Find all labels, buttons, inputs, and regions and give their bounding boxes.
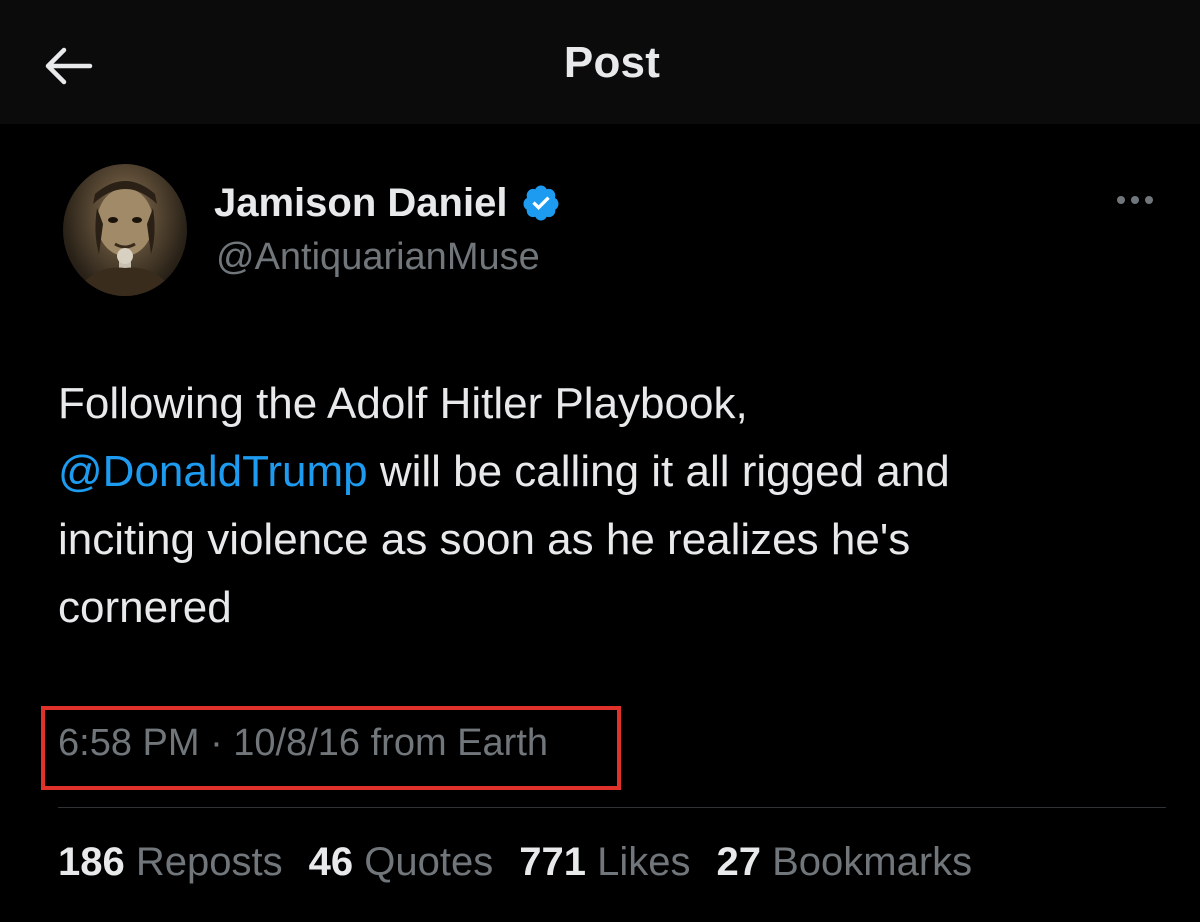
bookmarks-label: Bookmarks: [772, 840, 973, 884]
post-text-line: @DonaldTrump will be calling it all rigg…: [58, 438, 1158, 506]
likes-label: Likes: [597, 840, 691, 884]
post-text-segment: will be calling it all rigged and: [367, 447, 950, 496]
reposts-label: Reposts: [135, 840, 283, 884]
top-bar: Post: [0, 0, 1200, 124]
post-text-line: inciting violence as soon as he realizes…: [58, 515, 911, 564]
post-text: Following the Adolf Hitler Playbook, @Do…: [58, 370, 1158, 642]
bookmarks-count: 27: [716, 840, 761, 884]
avatar[interactable]: [63, 164, 187, 296]
likes-stat[interactable]: 771 Likes: [519, 840, 690, 885]
quotes-count: 46: [308, 840, 354, 884]
post-text-line: cornered: [58, 583, 232, 632]
bookmarks-stat[interactable]: 27 Bookmarks: [716, 840, 972, 885]
mention-link[interactable]: @DonaldTrump: [58, 447, 368, 496]
engagement-stats: 186 Reposts 46 Quotes 771 Likes 27 Bookm…: [58, 840, 972, 885]
post-text-line: Following the Adolf Hitler Playbook,: [58, 379, 748, 428]
more-options-icon: [1117, 196, 1153, 204]
user-handle[interactable]: @AntiquarianMuse: [216, 236, 540, 279]
divider: [58, 807, 1166, 808]
quotes-label: Quotes: [364, 840, 494, 884]
more-options-button[interactable]: [1110, 182, 1160, 218]
likes-count: 771: [519, 840, 586, 884]
post-timestamp[interactable]: 6:58 PM · 10/8/16 from Earth: [58, 722, 548, 765]
verified-badge-icon: [523, 185, 559, 221]
quotes-stat[interactable]: 46 Quotes: [309, 840, 494, 885]
author-name-row[interactable]: Jamison Daniel: [214, 178, 561, 228]
avatar-image: [73, 181, 177, 296]
post-detail: Jamison Daniel @AntiquarianMuse Followin…: [0, 124, 1200, 922]
display-name[interactable]: Jamison Daniel: [214, 181, 507, 226]
page-title: Post: [563, 38, 661, 87]
reposts-count: 186: [58, 840, 125, 884]
reposts-stat[interactable]: 186 Reposts: [58, 840, 283, 885]
